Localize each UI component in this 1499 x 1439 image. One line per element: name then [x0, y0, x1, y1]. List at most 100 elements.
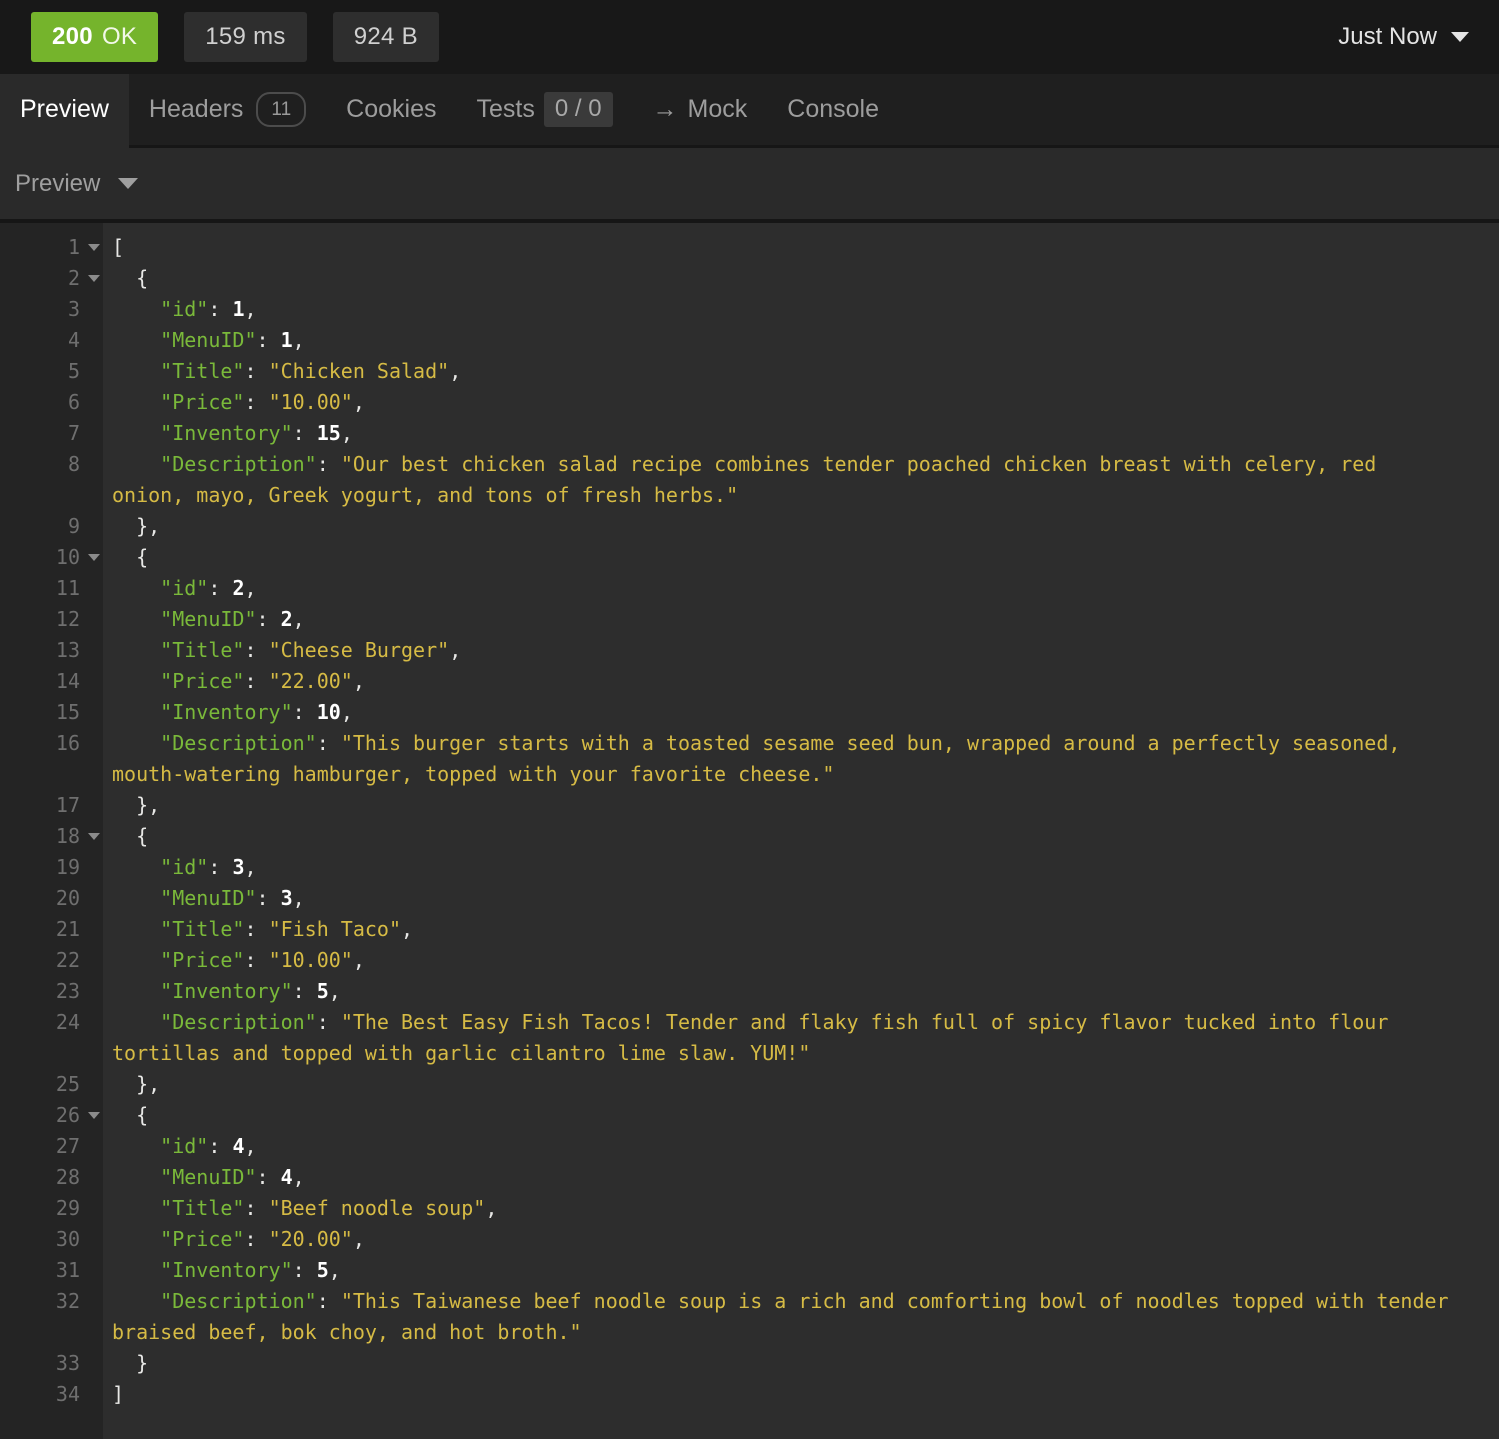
- code-line: },: [112, 514, 161, 538]
- code-line: {: [112, 266, 149, 290]
- line-number: 9: [67, 514, 80, 538]
- code-row: 7 "Inventory": 15,: [0, 418, 1499, 449]
- tab-tests[interactable]: Tests 0 / 0: [456, 74, 632, 145]
- line-number: 28: [55, 1165, 80, 1189]
- fold-column: [80, 387, 112, 418]
- fold-column: [80, 883, 112, 914]
- response-body-editor[interactable]: 1[2 {3 "id": 1, 4 "MenuID": 1, 5 "Title": …: [0, 223, 1499, 1439]
- code-row: 9 },: [0, 511, 1499, 542]
- fold-column: [80, 1348, 112, 1379]
- arrow-right-icon: →: [652, 95, 678, 123]
- response-history-dropdown[interactable]: Just Now: [1338, 23, 1469, 51]
- code-row: 14 "Price": "22.00",: [0, 666, 1499, 697]
- code-row: 4 "MenuID": 1,: [0, 325, 1499, 356]
- fold-toggle-icon[interactable]: [88, 1112, 100, 1119]
- code-row: 22 "Price": "10.00",: [0, 945, 1499, 976]
- fold-column: [80, 976, 112, 1007]
- tab-console[interactable]: Console: [767, 74, 899, 145]
- line-number: 32: [55, 1289, 80, 1313]
- code-line: onion, mayo, Greek yogurt, and tons of f…: [112, 483, 739, 507]
- preview-mode-label: Preview: [15, 169, 101, 197]
- fold-column: [80, 728, 112, 759]
- code-line: "Description": "This burger starts with …: [160, 731, 1401, 755]
- code-row: mouth-watering hamburger, topped with yo…: [0, 759, 1499, 790]
- line-number: [0, 759, 80, 790]
- line-number: 29: [55, 1196, 80, 1220]
- code-line: "Title": "Beef noodle soup",: [160, 1196, 498, 1220]
- fold-column: [80, 1224, 112, 1255]
- code-row: 23 "Inventory": 5,: [0, 976, 1499, 1007]
- status-code: 200: [52, 23, 93, 50]
- code-line: {: [112, 545, 149, 569]
- line-number: 4: [67, 328, 80, 352]
- code-row: 2 {: [0, 263, 1499, 294]
- code-row: 5 "Title": "Chicken Salad",: [0, 356, 1499, 387]
- line-number: [0, 480, 80, 511]
- code-row: 21 "Title": "Fish Taco",: [0, 914, 1499, 945]
- tab-mock[interactable]: → Mock: [633, 74, 768, 145]
- tab-headers[interactable]: Headers 11: [129, 74, 326, 145]
- line-number: 23: [55, 979, 80, 1003]
- code-row: 16 "Description": "This burger starts wi…: [0, 728, 1499, 759]
- tab-count-badge: 11: [256, 92, 307, 127]
- code-line: },: [112, 793, 161, 817]
- code-row: 12 "MenuID": 2,: [0, 604, 1499, 635]
- fold-column: [80, 356, 112, 387]
- tab-preview[interactable]: Preview: [0, 74, 129, 148]
- code-line: "Title": "Chicken Salad",: [160, 359, 462, 383]
- tab-label: Headers: [148, 95, 244, 123]
- code-line: "id": 4,: [160, 1134, 257, 1158]
- line-number: 1: [67, 235, 80, 259]
- line-number: 15: [55, 700, 80, 724]
- fold-toggle-icon[interactable]: [88, 244, 100, 251]
- code-row: 30 "Price": "20.00",: [0, 1224, 1499, 1255]
- status-text: OK: [101, 23, 138, 50]
- line-number: 12: [55, 607, 80, 631]
- fold-column: [80, 604, 112, 635]
- code-line: "MenuID": 4,: [160, 1165, 305, 1189]
- code-line: "id": 1,: [160, 297, 257, 321]
- code-row: 33 }: [0, 1348, 1499, 1379]
- fold-column: [80, 1100, 112, 1131]
- line-number: 2: [67, 266, 80, 290]
- tab-label: Cookies: [346, 95, 437, 123]
- fold-column: [80, 418, 112, 449]
- code-row: 1[: [0, 232, 1499, 263]
- fold-column: [80, 759, 112, 790]
- code-rows: 1[2 {3 "id": 1, 4 "MenuID": 1, 5 "Title": …: [0, 223, 1499, 1410]
- code-line: "Price": "20.00",: [160, 1227, 365, 1251]
- line-number: 7: [67, 421, 80, 445]
- response-status-bar: 200 OK 159 ms 924 B Just Now: [0, 0, 1499, 74]
- tab-cookies[interactable]: Cookies: [326, 74, 456, 145]
- code-line: "id": 2,: [160, 576, 257, 600]
- fold-column: [80, 325, 112, 356]
- fold-toggle-icon[interactable]: [88, 275, 100, 282]
- line-number: 17: [55, 793, 80, 817]
- line-number: 34: [55, 1382, 80, 1406]
- line-number: 19: [55, 855, 80, 879]
- fold-column: [80, 635, 112, 666]
- preview-mode-dropdown[interactable]: Preview: [15, 169, 139, 198]
- response-size-badge: 924 B: [332, 12, 439, 62]
- code-line: "Inventory": 10,: [160, 700, 353, 724]
- code-row: 31 "Inventory": 5,: [0, 1255, 1499, 1286]
- fold-column: [80, 914, 112, 945]
- code-row: 25 },: [0, 1069, 1499, 1100]
- fold-column: [80, 1193, 112, 1224]
- code-row: 6 "Price": "10.00",: [0, 387, 1499, 418]
- line-number: 20: [55, 886, 80, 910]
- code-line: mouth-watering hamburger, topped with yo…: [112, 762, 835, 786]
- code-line: "Inventory": 5,: [160, 979, 341, 1003]
- fold-toggle-icon[interactable]: [88, 833, 100, 840]
- fold-column: [80, 449, 112, 480]
- status-code-badge: 200 OK: [31, 12, 159, 62]
- code-line: "Inventory": 5,: [160, 1258, 341, 1282]
- code-line: "MenuID": 2,: [160, 607, 305, 631]
- fold-toggle-icon[interactable]: [88, 554, 100, 561]
- line-number: [0, 1317, 80, 1348]
- response-time-badge: 159 ms: [184, 12, 307, 62]
- chevron-down-icon: [118, 178, 139, 189]
- fold-column: [80, 542, 112, 573]
- line-number: 27: [55, 1134, 80, 1158]
- line-number: 18: [55, 824, 80, 848]
